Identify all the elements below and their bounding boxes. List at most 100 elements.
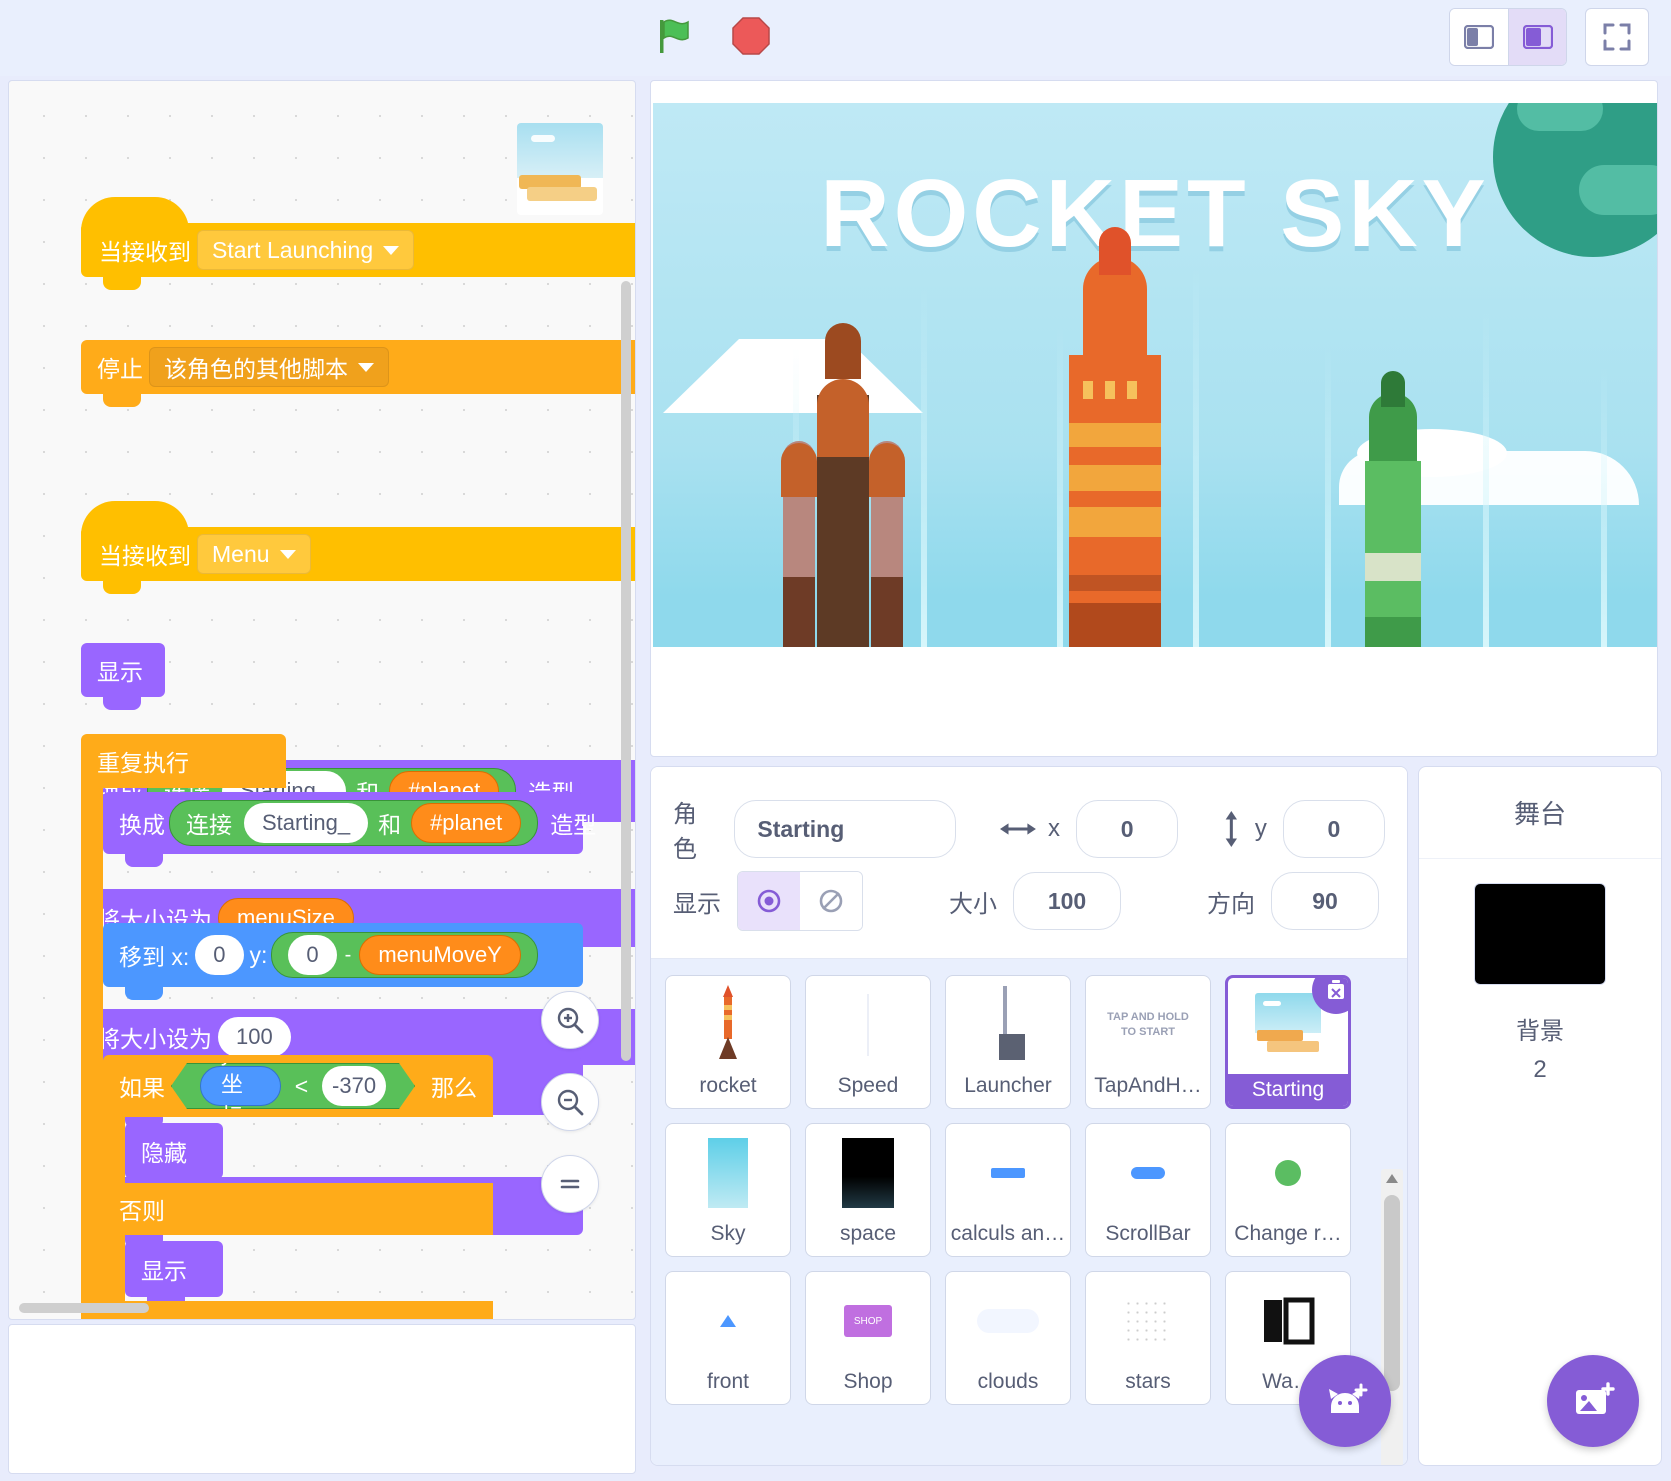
add-backdrop-button[interactable] xyxy=(1547,1355,1639,1447)
repeat-forever-block[interactable]: 重复执行 换成 连接 Starting_ 和 #planet 造型 xyxy=(81,734,583,1320)
join-first-input[interactable]: Starting_ xyxy=(244,803,368,843)
variable-menumovey[interactable]: menuMoveY xyxy=(359,935,521,975)
sprite-list[interactable]: rocket Speed Launcher TAP xyxy=(651,959,1408,1466)
front-sprite-icon xyxy=(666,1272,790,1370)
light-beam xyxy=(1193,267,1199,647)
sprite-name-label: Sky xyxy=(710,1222,745,1246)
sprite-x-input[interactable]: 0 xyxy=(1076,800,1178,858)
sprite-item-tapandhold[interactable]: TAP AND HOLDTO START TapAndH… xyxy=(1085,975,1211,1109)
minus-first-input[interactable]: 0 xyxy=(288,935,336,975)
sprite-pane: 角色 Starting x 0 y 0 显示 xyxy=(650,766,1408,1466)
else-header[interactable]: 否则 xyxy=(103,1183,493,1235)
zoom-in-button[interactable] xyxy=(541,991,599,1049)
sprite-x-label: x xyxy=(1048,815,1060,843)
sprite-visibility-label: 显示 xyxy=(673,884,721,919)
sprite-name-input[interactable]: Starting xyxy=(734,800,956,858)
small-stage-button[interactable] xyxy=(1450,9,1508,65)
repeat-left-arm xyxy=(81,788,103,1320)
variable-planet[interactable]: #planet xyxy=(411,803,521,843)
stop-target-dropdown[interactable]: 该角色的其他脚本 xyxy=(149,347,389,387)
sprite-item-sky[interactable]: Sky xyxy=(665,1123,791,1257)
sprite-item-shop[interactable]: SHOP Shop xyxy=(805,1271,931,1405)
if-header[interactable]: 如果 y 坐标 < -370 那么 xyxy=(103,1055,493,1117)
code-vertical-scrollbar[interactable] xyxy=(621,281,631,1061)
dropdown-value: 该角色的其他脚本 xyxy=(164,350,348,384)
hide-sprite-button[interactable] xyxy=(800,872,862,930)
block-label-show: 显示 xyxy=(97,653,143,687)
tap-and-hold-sprite-icon: TAP AND HOLDTO START xyxy=(1086,976,1210,1074)
sprite-y-input[interactable]: 0 xyxy=(1283,800,1385,858)
stop-button[interactable] xyxy=(723,8,779,64)
shop-sprite-icon: SHOP xyxy=(806,1272,930,1370)
dropdown-value: Menu xyxy=(212,541,270,568)
block-label-goto-y: y: xyxy=(250,942,268,969)
join-label: 连接 xyxy=(186,806,232,840)
block-label-else: 否则 xyxy=(119,1192,165,1226)
stop-other-scripts-block[interactable]: 停止 该角色的其他脚本 xyxy=(81,340,636,394)
sprite-item-changer[interactable]: Change r… xyxy=(1225,1123,1351,1257)
scroll-up-arrow-icon[interactable] xyxy=(1384,1171,1400,1187)
sprite-item-starting[interactable]: Starting xyxy=(1225,975,1351,1109)
threshold-input[interactable]: -370 xyxy=(322,1066,386,1106)
join-operator-block-loop[interactable]: 连接 Starting_ 和 #planet xyxy=(169,800,538,846)
stage-thumbnail[interactable] xyxy=(1474,883,1606,985)
show-block-else[interactable]: 显示 xyxy=(125,1241,223,1297)
goto-x-input[interactable]: 0 xyxy=(195,935,243,975)
hat-block-when-receive-menu[interactable]: 当接收到 Menu xyxy=(81,527,636,581)
code-workspace[interactable]: 当接收到 Start Launching 停止 该角色的其他脚本 当接收到 Me… xyxy=(8,80,636,1320)
goto-xy-block[interactable]: 移到 x: 0 y: 0 - menuMoveY xyxy=(103,923,583,987)
scrollbar-thumb[interactable] xyxy=(1384,1195,1400,1391)
sprite-item-rocket[interactable]: rocket xyxy=(665,975,791,1109)
sprite-y-label: y xyxy=(1255,815,1267,843)
show-block[interactable]: 显示 xyxy=(81,643,165,697)
stage-ground xyxy=(653,647,1657,735)
block-label-hide: 隐藏 xyxy=(141,1134,187,1168)
add-sprite-button[interactable] xyxy=(1299,1355,1391,1447)
stage-selector-panel: 舞台 背景 2 xyxy=(1418,766,1662,1466)
sprite-name-label: Change r… xyxy=(1234,1222,1341,1246)
y-position-reporter[interactable]: y 坐标 xyxy=(200,1066,281,1106)
stage-panel-header: 舞台 xyxy=(1419,767,1661,859)
green-flag-button[interactable] xyxy=(645,8,701,64)
zoom-out-icon xyxy=(554,1086,586,1118)
sprite-item-front[interactable]: front xyxy=(665,1271,791,1405)
sprite-name-label: Shop xyxy=(843,1370,892,1394)
sprite-direction-input[interactable]: 90 xyxy=(1271,872,1379,930)
if-else-block[interactable]: 如果 y 坐标 < -370 那么 隐藏 xyxy=(103,1055,493,1320)
switch-costume-block-loop[interactable]: 换成 连接 Starting_ 和 #planet 造型 xyxy=(103,792,583,854)
sprite-size-input[interactable]: 100 xyxy=(1013,872,1121,930)
sprite-item-scrollbar[interactable]: ScrollBar xyxy=(1085,1123,1211,1257)
hat-block-when-receive-start-launching[interactable]: 当接收到 Start Launching xyxy=(81,223,636,277)
message-dropdown-start-launching[interactable]: Start Launching xyxy=(197,230,414,270)
large-stage-button[interactable] xyxy=(1508,9,1566,65)
stars-sprite-icon xyxy=(1086,1272,1210,1370)
stage-canvas[interactable]: ROCKET SKY xyxy=(653,103,1657,735)
sprite-item-launcher[interactable]: Launcher xyxy=(945,975,1071,1109)
sprite-item-calculs[interactable]: calculs an… xyxy=(945,1123,1071,1257)
stage-size-group xyxy=(1449,8,1567,66)
stage-container: ROCKET SKY xyxy=(650,80,1658,757)
less-than-operator-block[interactable]: y 坐标 < -370 xyxy=(171,1063,415,1109)
repeat-header[interactable]: 重复执行 xyxy=(81,734,286,788)
scrollbar-sprite-icon xyxy=(1086,1124,1210,1222)
vertical-arrow-icon xyxy=(1220,810,1243,848)
sprite-item-clouds[interactable]: clouds xyxy=(945,1271,1071,1405)
zoom-out-button[interactable] xyxy=(541,1073,599,1131)
code-horizontal-scrollbar[interactable] xyxy=(19,1303,149,1313)
sprite-item-stars[interactable]: stars xyxy=(1085,1271,1211,1405)
message-dropdown-menu[interactable]: Menu xyxy=(197,534,311,574)
space-sprite-icon xyxy=(806,1124,930,1222)
sprite-item-speed[interactable]: Speed xyxy=(805,975,931,1109)
speed-sprite-icon xyxy=(806,976,930,1074)
block-label-goto-x: 移到 x: xyxy=(119,938,189,972)
zoom-reset-button[interactable] xyxy=(541,1155,599,1213)
sprite-item-space[interactable]: space xyxy=(805,1123,931,1257)
block-label-show: 显示 xyxy=(141,1252,187,1286)
fullscreen-button[interactable] xyxy=(1585,8,1649,66)
sprite-info-panel: 角色 Starting x 0 y 0 显示 xyxy=(651,767,1407,959)
add-backdrop-image-icon xyxy=(1570,1378,1616,1424)
hide-block[interactable]: 隐藏 xyxy=(125,1123,223,1179)
show-sprite-button[interactable] xyxy=(738,872,800,930)
sky-sprite-icon xyxy=(666,1124,790,1222)
subtract-operator-block[interactable]: 0 - menuMoveY xyxy=(271,932,537,978)
